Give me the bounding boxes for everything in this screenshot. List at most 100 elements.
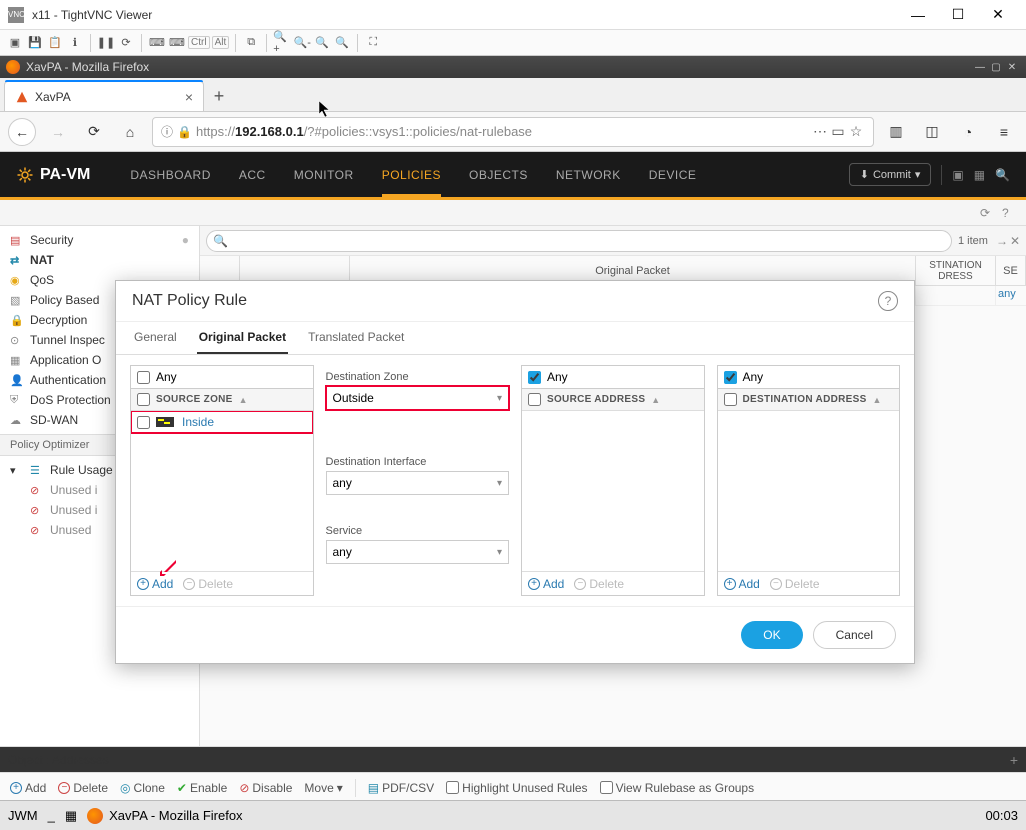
delete-button[interactable]: −Delete	[58, 781, 108, 795]
sort-asc-icon[interactable]: ▲	[239, 395, 248, 405]
key-icon[interactable]: ⌨	[168, 34, 186, 52]
tab-translated-packet[interactable]: Translated Packet	[306, 322, 406, 354]
source-zone-row-inside[interactable]: Inside	[131, 411, 313, 433]
ff-close-button[interactable]: ✕	[1004, 60, 1020, 74]
src-addr-any-checkbox[interactable]: Any	[521, 365, 705, 388]
zoom-auto-icon[interactable]: 🔍	[333, 34, 351, 52]
ok-button[interactable]: OK	[741, 621, 802, 649]
pdf-csv-button[interactable]: ▤PDF/CSV	[368, 781, 434, 795]
source-address-header[interactable]: SOURCE ADDRESS▲	[522, 389, 704, 411]
new-conn-icon[interactable]: ▣	[6, 34, 24, 52]
nav-dashboard[interactable]: DASHBOARD	[130, 156, 211, 194]
close-button[interactable]: ✕	[978, 0, 1018, 30]
bookmark-star-icon[interactable]: ☆	[847, 123, 865, 140]
forward-button[interactable]: →	[44, 118, 72, 146]
nav-device[interactable]: DEVICE	[649, 156, 697, 194]
delete-button[interactable]: −Delete	[574, 577, 624, 591]
ff-maximize-button[interactable]: ▢	[988, 60, 1004, 74]
src-zone-any-checkbox[interactable]: Any	[130, 365, 314, 388]
nav-objects[interactable]: OBJECTS	[469, 156, 528, 194]
help-icon[interactable]: ?	[1002, 206, 1016, 220]
save-icon[interactable]: 💾	[26, 34, 44, 52]
nav-policies[interactable]: POLICIES	[382, 156, 441, 197]
menu-button[interactable]: ≡	[990, 118, 1018, 146]
account-icon[interactable]: ◔	[954, 118, 982, 146]
nav-network[interactable]: NETWORK	[556, 156, 621, 194]
highlight-toggle[interactable]: Highlight Unused Rules	[446, 781, 587, 795]
delete-button[interactable]: −Delete	[770, 577, 820, 591]
select-all-checkbox[interactable]	[528, 393, 541, 406]
copy-icon[interactable]: ⧉	[242, 34, 260, 52]
add-object-button[interactable]: +	[1010, 752, 1018, 768]
options-icon[interactable]: 📋	[46, 34, 64, 52]
disable-button[interactable]: ⊘Disable	[239, 781, 292, 795]
alt-key-toggle[interactable]: Alt	[212, 36, 230, 49]
new-tab-button[interactable]: +	[204, 81, 234, 111]
close-icon[interactable]: ✕	[1010, 234, 1020, 248]
source-zone-header[interactable]: SOURCE ZONE▲	[131, 389, 313, 411]
dst-addr-any-checkbox[interactable]: Any	[717, 365, 901, 388]
add-button[interactable]: +Add	[10, 781, 46, 795]
wm-menu[interactable]: _	[48, 808, 55, 823]
enable-button[interactable]: ✔Enable	[177, 781, 227, 795]
reload-button[interactable]: ⟳	[80, 118, 108, 146]
nav-monitor[interactable]: MONITOR	[294, 156, 354, 194]
ff-minimize-button[interactable]: —	[972, 60, 988, 74]
pause-icon[interactable]: ❚❚	[97, 34, 115, 52]
back-button[interactable]: ←	[8, 118, 36, 146]
sidebar-item-nat[interactable]: ⇄NAT	[0, 250, 199, 270]
library-icon[interactable]: ▥	[882, 118, 910, 146]
add-button[interactable]: +Add	[137, 577, 173, 591]
add-button[interactable]: +Add	[528, 577, 564, 591]
select-all-checkbox[interactable]	[137, 393, 150, 406]
hdr-icon-1[interactable]: ▣	[952, 168, 963, 182]
zone-link[interactable]: Inside	[182, 415, 214, 429]
taskbar-firefox[interactable]: XavPA - Mozilla Firefox	[87, 808, 242, 824]
home-button[interactable]: ⌂	[116, 118, 144, 146]
zoom-100-icon[interactable]: 🔍	[313, 34, 331, 52]
refresh-icon[interactable]: ⟳	[117, 34, 135, 52]
nav-acc[interactable]: ACC	[239, 156, 266, 194]
zoom-in-icon[interactable]: 🔍+	[273, 34, 291, 52]
help-icon[interactable]: ?	[878, 291, 898, 311]
url-bar[interactable]: ⓘ 🔒 https://192.168.0.1/?#policies::vsys…	[152, 117, 874, 147]
row-checkbox[interactable]	[137, 416, 150, 429]
site-info-icon[interactable]: ⓘ	[161, 123, 173, 140]
dest-zone-select[interactable]: Outside▾	[326, 386, 510, 410]
view-groups-toggle[interactable]: View Rulebase as Groups	[600, 781, 755, 795]
commit-button[interactable]: ⬇ Commit ▾	[849, 163, 932, 186]
lock-warn-icon[interactable]: 🔒	[177, 125, 192, 139]
col-se[interactable]: SE	[996, 256, 1026, 285]
search-input[interactable]: 🔍	[206, 230, 952, 252]
sidebar-icon[interactable]: ◫	[918, 118, 946, 146]
maximize-button[interactable]: ☐	[938, 0, 978, 30]
select-all-checkbox[interactable]	[724, 393, 737, 406]
sort-asc-icon[interactable]: ▲	[873, 395, 882, 405]
reader-icon[interactable]: ▭	[829, 123, 847, 140]
tab-close-icon[interactable]: ×	[185, 89, 193, 105]
tab-general[interactable]: General	[132, 322, 179, 354]
col-dest-addr[interactable]: STINATION DRESS	[916, 256, 996, 285]
page-actions-icon[interactable]: ⋯	[811, 123, 829, 140]
search-icon[interactable]: 🔍	[995, 168, 1010, 182]
minimize-button[interactable]: —	[898, 0, 938, 30]
info-icon[interactable]: ℹ	[66, 34, 84, 52]
cad-icon[interactable]: ⌨	[148, 34, 166, 52]
dest-address-header[interactable]: DESTINATION ADDRESS▲	[718, 389, 900, 411]
delete-button[interactable]: −Delete	[183, 577, 233, 591]
refresh-icon[interactable]: ⟳	[980, 206, 994, 220]
tab-original-packet[interactable]: Original Packet	[197, 322, 288, 354]
service-select[interactable]: any▾	[326, 540, 510, 564]
ctrl-key-toggle[interactable]: Ctrl	[188, 36, 210, 49]
zoom-out-icon[interactable]: 🔍-	[293, 34, 311, 52]
sort-asc-icon[interactable]: ▲	[651, 395, 660, 405]
move-button[interactable]: Move▾	[304, 781, 342, 795]
add-button[interactable]: +Add	[724, 577, 760, 591]
next-icon[interactable]: →	[996, 234, 1008, 248]
browser-tab[interactable]: XavPA ×	[4, 81, 204, 111]
clone-button[interactable]: ◎Clone	[120, 781, 165, 795]
cancel-button[interactable]: Cancel	[813, 621, 896, 649]
fullscreen-icon[interactable]: ⛶	[364, 34, 382, 52]
sidebar-item-security[interactable]: ▤Security●	[0, 230, 199, 250]
taskbar-desktop-icon[interactable]: ▦	[65, 808, 77, 824]
